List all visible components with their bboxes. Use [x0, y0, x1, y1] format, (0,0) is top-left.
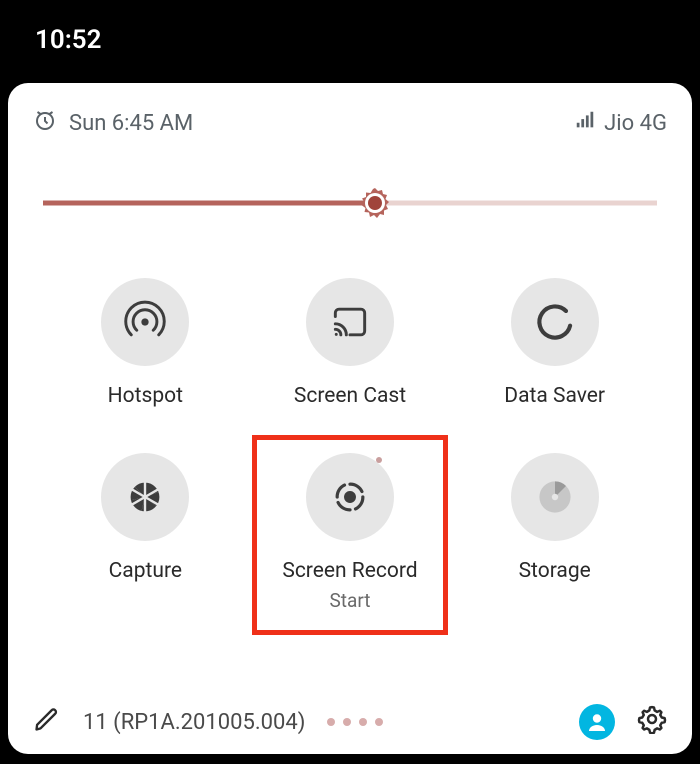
brightness-icon: [357, 185, 393, 221]
screen-record-icon: [306, 453, 394, 541]
tile-screen-record-sublabel: Start: [330, 589, 371, 612]
tile-hotspot-label: Hotspot: [108, 384, 183, 408]
tile-storage[interactable]: Storage: [462, 453, 647, 612]
tile-capture[interactable]: Capture: [53, 453, 238, 612]
panel-header-right: Jio 4G: [574, 109, 667, 137]
page-indicator: [327, 718, 383, 726]
hotspot-icon: [101, 278, 189, 366]
build-text: 11 (RP1A.201005.004): [83, 710, 305, 735]
slider-rest: [375, 201, 657, 206]
quick-settings-panel: Sun 6:45 AM Jio 4G: [8, 83, 692, 754]
tile-capture-label: Capture: [109, 559, 182, 583]
tile-screen-record-label: Screen Record: [282, 559, 417, 583]
status-time: 10:52: [35, 25, 102, 55]
page-dot: [375, 718, 383, 726]
panel-header: Sun 6:45 AM Jio 4G: [33, 108, 667, 138]
page-dot: [359, 718, 367, 726]
alarm-icon: [33, 108, 57, 138]
tile-screen-cast[interactable]: Screen Cast: [258, 278, 443, 408]
tile-storage-label: Storage: [519, 559, 591, 583]
bottom-bar: 11 (RP1A.201005.004): [33, 704, 667, 740]
settings-icon[interactable]: [637, 704, 667, 740]
user-icon[interactable]: [579, 704, 615, 740]
slider-fill: [43, 201, 375, 206]
brightness-slider[interactable]: [43, 183, 657, 223]
panel-header-left: Sun 6:45 AM: [33, 108, 193, 138]
slider-thumb-wrap[interactable]: [357, 185, 393, 221]
slider-track: [43, 201, 657, 206]
tile-hotspot[interactable]: Hotspot: [53, 278, 238, 408]
edit-icon[interactable]: [33, 705, 61, 739]
status-bar: 10:52: [0, 0, 700, 83]
page-dot: [343, 718, 351, 726]
tile-data-saver-label: Data Saver: [504, 384, 605, 408]
capture-icon: [101, 453, 189, 541]
screen-cast-icon: [306, 278, 394, 366]
tile-screen-record[interactable]: Screen Record Start: [258, 453, 443, 612]
notification-dot: [376, 457, 382, 463]
alarm-text: Sun 6:45 AM: [69, 111, 193, 136]
tile-screen-cast-label: Screen Cast: [294, 384, 406, 408]
data-saver-icon: [511, 278, 599, 366]
tiles-grid: Hotspot Screen Cast Data Saver: [33, 278, 667, 612]
page-dot: [327, 718, 335, 726]
carrier-text: Jio 4G: [604, 111, 667, 136]
storage-icon: [511, 453, 599, 541]
tile-data-saver[interactable]: Data Saver: [462, 278, 647, 408]
signal-icon: [574, 109, 596, 137]
